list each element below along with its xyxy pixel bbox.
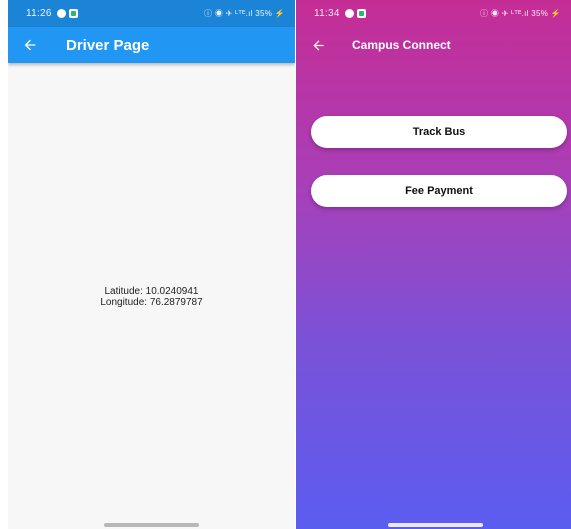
app-bar: Driver Page [8, 27, 295, 63]
longitude-text: Longitude: 76.2879787 [100, 297, 203, 308]
location-readout: Latitude: 10.0240941 Longitude: 76.28797… [8, 286, 295, 308]
status-time: 11:34 [314, 8, 340, 19]
campus-connect-screen: 11:34 ⓘ ◉ ✈ ᴸᵀᴱ.ıl 35% ⚡ Campus Connect … [296, 0, 571, 529]
whatsapp-icon [56, 9, 66, 18]
status-time: 11:26 [26, 8, 52, 19]
arrow-left-icon [24, 39, 36, 51]
message-icon [356, 9, 366, 18]
back-button[interactable] [8, 27, 52, 63]
home-indicator[interactable] [388, 523, 483, 527]
arrow-left-icon [313, 40, 323, 50]
page-title: Campus Connect [352, 38, 451, 52]
page-title: Driver Page [66, 36, 150, 54]
whatsapp-icon [344, 9, 354, 18]
back-button[interactable] [296, 27, 340, 63]
status-indicators: ⓘ ◉ ✈ ᴸᵀᴱ.ıl 35% ⚡ [204, 9, 285, 18]
status-indicators: ⓘ ◉ ✈ ᴸᵀᴱ.ıl 35% ⚡ [480, 9, 561, 18]
track-bus-button[interactable]: Track Bus [311, 116, 567, 148]
app-bar: Campus Connect [296, 27, 571, 63]
home-indicator[interactable] [104, 523, 199, 527]
status-bar: 11:34 ⓘ ◉ ✈ ᴸᵀᴱ.ıl 35% ⚡ [296, 0, 571, 27]
fee-payment-button[interactable]: Fee Payment [311, 175, 567, 207]
notification-icons [56, 9, 78, 18]
status-bar: 11:26 ⓘ ◉ ✈ ᴸᵀᴱ.ıl 35% ⚡ [8, 0, 295, 27]
latitude-text: Latitude: 10.0240941 [104, 286, 199, 297]
message-icon [68, 9, 78, 18]
driver-page-screen: 11:26 ⓘ ◉ ✈ ᴸᵀᴱ.ıl 35% ⚡ Driver Page Lat… [8, 0, 295, 529]
notification-icons [344, 9, 366, 18]
